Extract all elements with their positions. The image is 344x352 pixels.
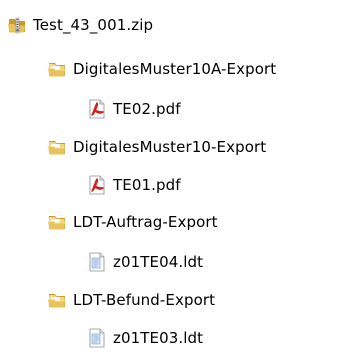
tree-item-folder-digitalesmuster10-export[interactable]: DigitalesMuster10-Export — [46, 133, 266, 161]
tree-item-label: z01TE04.ldt — [113, 253, 204, 271]
folder-icon — [46, 289, 68, 311]
tree-item-label: LDT-Auftrag-Export — [73, 213, 218, 231]
tree-item-folder-digitalesmuster10a-export[interactable]: DigitalesMuster10A-Export — [46, 55, 276, 83]
tree-item-label: DigitalesMuster10-Export — [73, 138, 267, 156]
tree-item-label: LDT-Befund-Export — [73, 291, 216, 309]
zip-folder-icon — [6, 14, 28, 36]
tree-item-file-te01-pdf[interactable]: TE01.pdf — [86, 171, 181, 199]
tree-item-label: TE02.pdf — [113, 100, 181, 118]
tree-item-folder-ldt-auftrag-export[interactable]: LDT-Auftrag-Export — [46, 208, 218, 236]
folder-icon — [46, 211, 68, 233]
file-tree: Test_43_001.zip DigitalesMuster10A-Expor… — [0, 0, 344, 352]
tree-item-folder-ldt-befund-export[interactable]: LDT-Befund-Export — [46, 286, 215, 314]
tree-item-file-te02-pdf[interactable]: TE02.pdf — [86, 95, 181, 123]
folder-icon — [46, 58, 68, 80]
tree-item-file-z01te03-ldt[interactable]: z01TE03.ldt — [86, 324, 203, 352]
text-file-icon — [86, 251, 108, 273]
tree-item-label: TE01.pdf — [113, 176, 181, 194]
pdf-file-icon — [86, 174, 108, 196]
tree-item-zip-archive[interactable]: Test_43_001.zip — [6, 11, 153, 39]
pdf-file-icon — [86, 98, 108, 120]
text-file-icon — [86, 327, 108, 349]
tree-item-label: DigitalesMuster10A-Export — [73, 60, 277, 78]
tree-item-file-z01te04-ldt[interactable]: z01TE04.ldt — [86, 248, 203, 276]
tree-item-label: Test_43_001.zip — [33, 16, 154, 34]
folder-icon — [46, 136, 68, 158]
tree-item-label: z01TE03.ldt — [113, 329, 204, 347]
